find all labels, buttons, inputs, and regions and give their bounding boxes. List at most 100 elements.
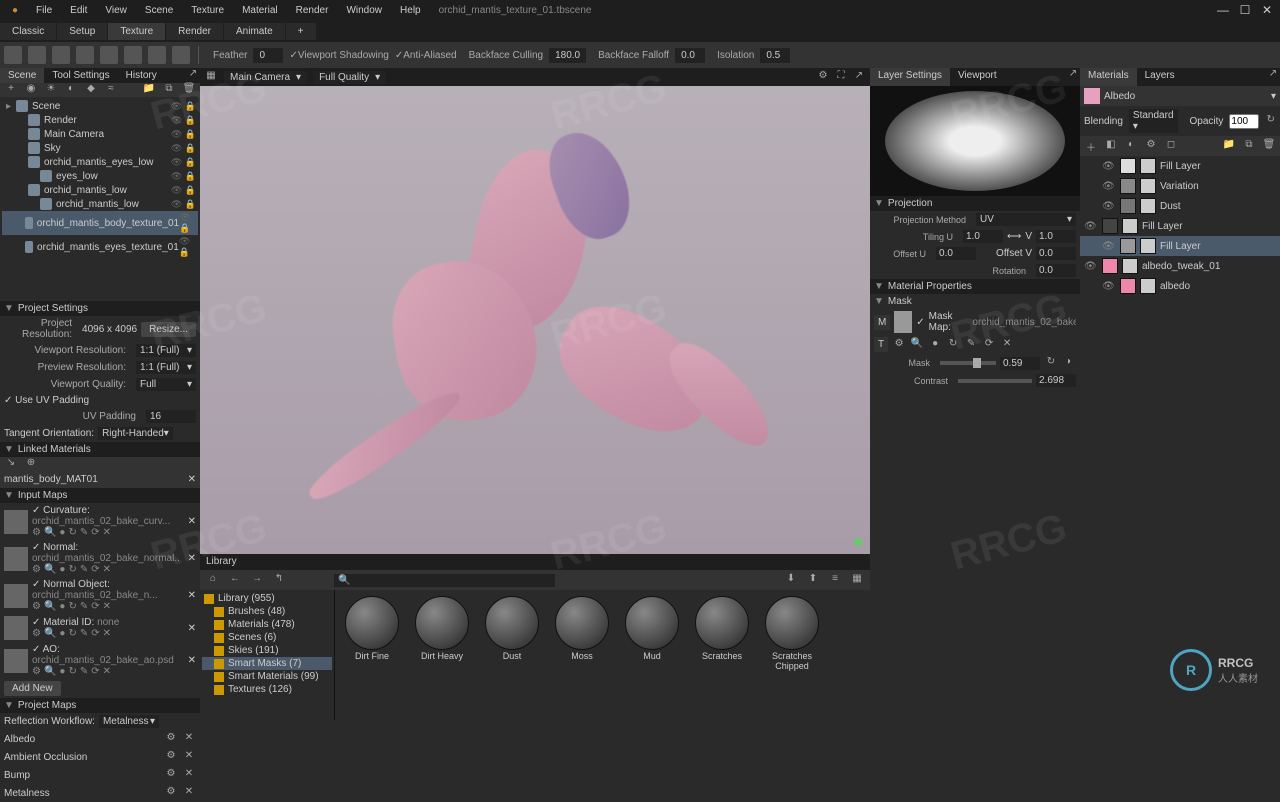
panel-tab-viewport[interactable]: Viewport bbox=[950, 68, 1005, 86]
menu-file[interactable]: File bbox=[28, 3, 60, 18]
camera-dropdown[interactable]: Main Camera▾ bbox=[224, 71, 307, 84]
layer-item[interactable]: 👁Variation bbox=[1080, 176, 1280, 196]
circle-icon[interactable]: ● bbox=[59, 564, 65, 575]
refresh-icon[interactable]: ↻ bbox=[68, 628, 76, 639]
reload-icon[interactable]: ⟳ bbox=[91, 628, 99, 639]
tangent-dropdown[interactable]: Right-Handed▾ bbox=[98, 427, 173, 440]
folder-icon[interactable]: 📁 bbox=[142, 83, 156, 97]
menu-render[interactable]: Render bbox=[288, 3, 337, 18]
tiling-v-input[interactable] bbox=[1036, 230, 1076, 243]
uv-padding-value[interactable]: 16 bbox=[146, 410, 196, 423]
feather-value[interactable]: 0 bbox=[253, 48, 283, 63]
panel-tab-history[interactable]: History bbox=[118, 68, 165, 83]
tool-icon[interactable] bbox=[148, 46, 166, 64]
mask-icon[interactable]: ◻ bbox=[1164, 139, 1178, 153]
tree-item[interactable]: orchid_mantis_eyes_low👁 🔒 bbox=[2, 155, 198, 169]
curve-icon[interactable]: ◗ bbox=[1062, 356, 1076, 370]
mask-header[interactable]: ▼Mask bbox=[870, 294, 1080, 309]
tree-item[interactable]: Sky👁 🔒 bbox=[2, 141, 198, 155]
minimize-button[interactable]: — bbox=[1214, 3, 1232, 17]
visibility-icon[interactable]: 👁 bbox=[1084, 261, 1098, 272]
light-icon[interactable]: ☀ bbox=[44, 83, 58, 97]
menu-edit[interactable]: Edit bbox=[62, 3, 95, 18]
reset-icon[interactable]: ↻ bbox=[1265, 114, 1276, 128]
library-item[interactable]: Mud bbox=[621, 596, 683, 714]
delete-icon[interactable]: 🗑 bbox=[1262, 139, 1276, 153]
tool-icon[interactable] bbox=[52, 46, 70, 64]
circle-icon[interactable]: ● bbox=[59, 666, 65, 677]
tab-animate[interactable]: Animate bbox=[224, 23, 285, 40]
layer-item[interactable]: 👁albedo_tweak_01 bbox=[1080, 256, 1280, 276]
menu-help[interactable]: Help bbox=[392, 3, 429, 18]
folder-icon[interactable]: 📁 bbox=[1222, 139, 1236, 153]
reset-icon[interactable]: ↻ bbox=[1044, 356, 1058, 370]
gear-icon[interactable]: ⚙ bbox=[32, 601, 41, 612]
opacity-input[interactable] bbox=[1229, 114, 1259, 129]
uv-padding-checkbox[interactable]: ✓ Use UV Padding bbox=[4, 395, 89, 406]
contrast-slider[interactable] bbox=[958, 379, 1032, 383]
home-icon[interactable]: ⌂ bbox=[206, 573, 220, 587]
remove-icon[interactable]: ✕ bbox=[188, 655, 196, 666]
edit-icon[interactable]: ✎ bbox=[80, 564, 88, 575]
material-header[interactable]: Albedo▾ bbox=[1080, 86, 1280, 106]
gear-icon[interactable]: ⚙ bbox=[164, 786, 178, 800]
menu-scene[interactable]: Scene bbox=[137, 3, 181, 18]
library-tree-item[interactable]: Textures (126) bbox=[202, 683, 332, 696]
panel-tab-layer settings[interactable]: Layer Settings bbox=[870, 68, 950, 86]
gear-icon[interactable]: ⚙ bbox=[892, 338, 906, 352]
remove-icon[interactable]: ✕ bbox=[182, 732, 196, 746]
layer-item[interactable]: 👁Dust bbox=[1080, 196, 1280, 216]
sky-icon[interactable]: ◐ bbox=[64, 83, 78, 97]
close-button[interactable]: ✕ bbox=[1258, 3, 1276, 17]
camera-icon[interactable]: ◉ bbox=[24, 83, 38, 97]
library-header[interactable]: Library bbox=[200, 554, 870, 570]
library-tree-item[interactable]: Smart Masks (7) bbox=[202, 657, 332, 670]
gear-icon[interactable]: ⚙ bbox=[816, 70, 830, 84]
mask-value[interactable] bbox=[1000, 357, 1040, 370]
tab-texture[interactable]: Texture bbox=[108, 23, 165, 40]
edit-icon[interactable]: ✎ bbox=[80, 628, 88, 639]
library-item[interactable]: Dirt Fine bbox=[341, 596, 403, 714]
library-item[interactable]: Scratches Chipped bbox=[761, 596, 823, 714]
backface-falloff-value[interactable]: 0.0 bbox=[675, 48, 705, 63]
mask-thumb[interactable] bbox=[894, 311, 912, 333]
add-layer-icon[interactable]: ＋ bbox=[1084, 139, 1098, 153]
gear-icon[interactable]: ⚙ bbox=[1144, 139, 1158, 153]
linked-materials-header[interactable]: ▼Linked Materials bbox=[0, 442, 200, 457]
export-icon[interactable]: ⬆ bbox=[806, 573, 820, 587]
projection-header[interactable]: ▼Projection bbox=[870, 196, 1080, 211]
gear-icon[interactable]: ⚙ bbox=[164, 732, 178, 746]
library-search-input[interactable]: 🔍 bbox=[334, 574, 555, 587]
circle-icon[interactable]: ● bbox=[928, 338, 942, 352]
tree-item[interactable]: ▸Scene👁 🔒 bbox=[2, 99, 198, 113]
backface-culling-value[interactable]: 180.0 bbox=[549, 48, 586, 63]
panel-tab-layers[interactable]: Layers bbox=[1137, 68, 1183, 86]
maximize-button[interactable]: ☐ bbox=[1236, 3, 1254, 17]
tool-icon[interactable] bbox=[172, 46, 190, 64]
gear-icon[interactable]: ⚙ bbox=[32, 527, 41, 538]
reload-icon[interactable]: ⟳ bbox=[982, 338, 996, 352]
back-icon[interactable]: ← bbox=[228, 573, 242, 587]
material-properties-header[interactable]: ▼Material Properties bbox=[870, 279, 1080, 294]
tree-item[interactable]: orchid_mantis_eyes_texture_01👁 🔒 bbox=[2, 235, 198, 259]
map-thumb[interactable] bbox=[4, 584, 28, 608]
mask-t-icon[interactable]: T bbox=[874, 337, 888, 352]
library-tree-item[interactable]: Materials (478) bbox=[202, 618, 332, 631]
tiling-u-input[interactable] bbox=[963, 230, 1003, 243]
tool-icon[interactable] bbox=[124, 46, 142, 64]
visibility-icon[interactable]: 👁 bbox=[1084, 221, 1098, 232]
library-item[interactable]: Scratches bbox=[691, 596, 753, 714]
library-item[interactable]: Dust bbox=[481, 596, 543, 714]
tool-icon[interactable] bbox=[4, 46, 22, 64]
circle-icon[interactable]: ● bbox=[59, 628, 65, 639]
visibility-icon[interactable]: 👁 bbox=[1102, 181, 1116, 192]
preview-resolution-dropdown[interactable]: 1:1 (Full)▾ bbox=[136, 361, 196, 374]
tool-icon[interactable] bbox=[28, 46, 46, 64]
panel-tab-scene[interactable]: Scene bbox=[0, 68, 44, 83]
object-icon[interactable]: ◆ bbox=[84, 83, 98, 97]
rotation-input[interactable] bbox=[1036, 264, 1076, 277]
forward-icon[interactable]: → bbox=[250, 573, 264, 587]
tree-item[interactable]: orchid_mantis_low👁 🔒 bbox=[2, 197, 198, 211]
menu-texture[interactable]: Texture bbox=[183, 3, 232, 18]
duplicate-icon[interactable]: ⧉ bbox=[1242, 139, 1256, 153]
